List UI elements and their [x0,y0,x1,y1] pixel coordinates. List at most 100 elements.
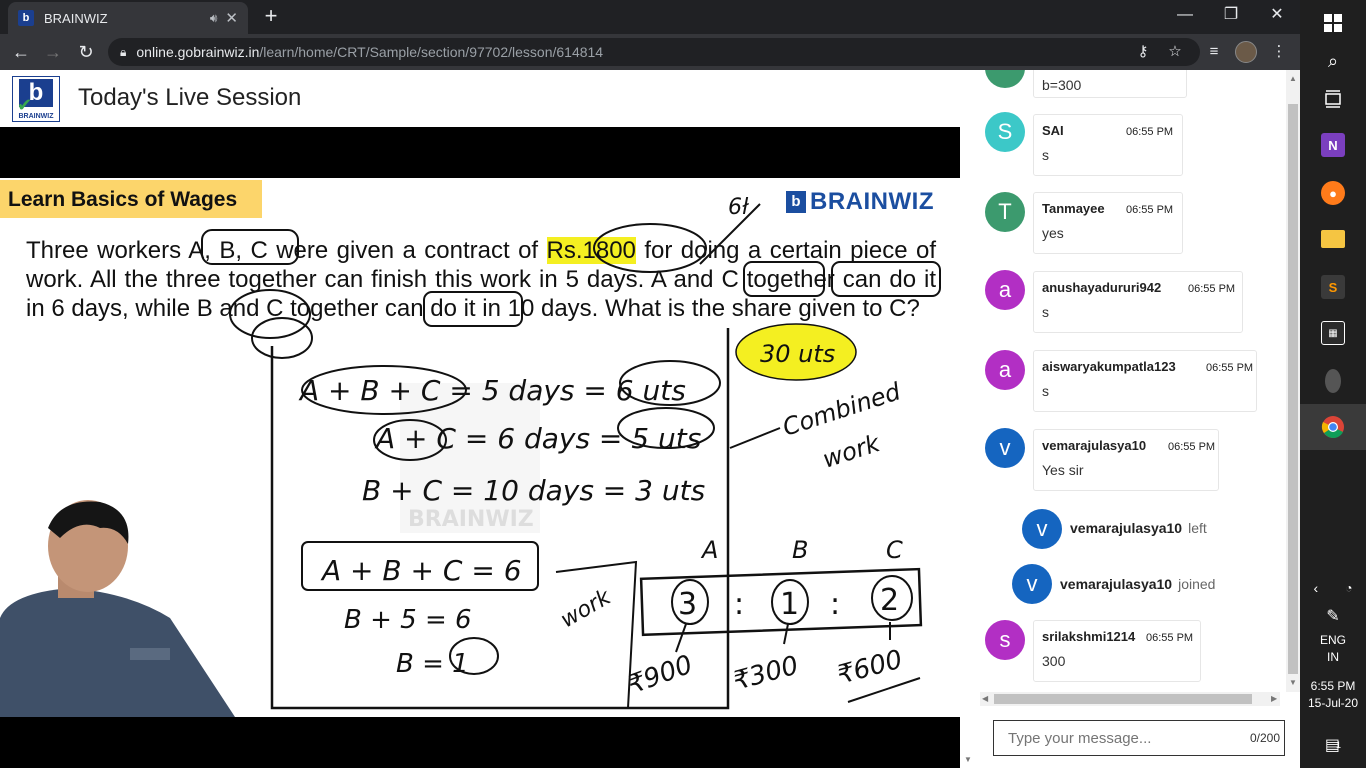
profile-avatar[interactable] [1235,41,1257,63]
calculator-icon[interactable]: ▦ [1300,310,1366,356]
message-time: 06:55 PM [1206,362,1254,374]
hw-ratio-b: 1 [780,587,799,622]
system-message-left: vemarajulasya10 left [1070,520,1207,536]
hw-share-b: ₹300 [730,651,802,697]
avatar: v [1012,564,1052,604]
system-user: vemarajulasya10 [1060,576,1173,592]
avatar: a [985,270,1025,310]
hw-hdr-c: C [886,536,903,564]
avatar: s [985,620,1025,660]
hw-hdr-b: B [792,536,808,564]
chat-message-input[interactable] [993,720,1285,756]
message-text: s [1042,147,1049,163]
language-indicator[interactable]: ENG IN [1300,632,1366,666]
scroll-up-icon[interactable]: ▲ [1289,74,1297,83]
avatar: a [985,350,1025,390]
system-clock[interactable]: 6:55 PM 15-Jul-20 [1300,678,1366,712]
hw-work: work [819,429,884,474]
notification-count: 1 [1336,740,1342,750]
chat-message: SAI 06:55 PM s [1033,114,1183,176]
message-text: Yes sir [1042,462,1084,478]
message-time: 06:55 PM [1168,441,1216,453]
webcam-icon[interactable] [1300,358,1366,404]
hw-colon-2: : [830,587,840,622]
file-explorer-icon[interactable] [1300,216,1366,262]
key-icon[interactable]: ⚷ [1131,40,1155,64]
firefox-icon[interactable]: ● [1300,170,1366,216]
lesson-slide: Learn Basics of Wages b BRAINWIZ Three w… [0,178,960,717]
hw-work-left: work [557,584,617,633]
message-time: 06:55 PM [1126,204,1174,216]
scroll-down-icon[interactable]: ▼ [1289,678,1297,687]
chat-message: anushayadururi942 06:55 PM s [1033,271,1243,333]
chat-messages[interactable]: b=300 S SAI 06:55 PM s T Tanmayee 06:55 … [960,70,1300,692]
hw-line2: A + C = 6 days = 5 uts [374,422,701,455]
page-title: Today's Live Session [78,84,302,111]
hw-share-a: ₹900 [624,650,696,701]
hw-share-c: ₹600 [834,645,906,691]
wifi-icon[interactable]: ◔ [1345,581,1352,595]
sublime-icon[interactable]: S [1300,264,1366,310]
hw-line3: B + C = 10 days = 3 uts [362,474,705,507]
minimize-icon[interactable]: — [1162,0,1208,32]
message-text: 300 [1042,653,1066,669]
browser-tab[interactable]: b BRAINWIZ 🔊︎ ✕ [8,2,248,34]
maximize-icon[interactable]: ❐ [1208,0,1254,32]
message-text: yes [1042,225,1064,241]
brainwiz-logo[interactable]: b ✔ BRAINWIZ [12,76,60,122]
task-view-icon[interactable] [1300,76,1366,122]
avatar: T [985,192,1025,232]
message-text: s [1042,304,1049,320]
chevron-up-icon[interactable]: ‹ [1314,580,1319,596]
back-icon[interactable]: ← [8,39,34,65]
hw-ratio-a: 3 [678,587,697,622]
reload-icon[interactable]: ↻ [73,39,99,65]
system-action: left [1188,520,1207,536]
message-time: 06:55 PM [1188,283,1236,295]
chat-scroll-thumb[interactable] [1288,104,1298,674]
media-controls-icon[interactable]: ≡ [1202,40,1226,64]
speaker-icon[interactable]: 🔊︎ [210,11,218,26]
logo-text: BRAINWIZ [18,113,54,120]
char-counter: 0/200 [1250,731,1281,745]
chat-hscroll-thumb[interactable] [994,694,1252,704]
pen-icon[interactable]: ✎ [1300,598,1366,634]
hw-line1: A + B + C = 5 days = 6 uts [298,374,686,407]
hw-colon-1: : [734,587,744,622]
presenter-video [0,500,235,717]
system-message-joined: vemarajulasya10 joined [1060,576,1215,592]
browser-toolbar: ← → ↻ 🔒︎ online.gobrainwiz.in/learn/home… [0,34,1300,70]
system-user: vemarajulasya10 [1070,520,1183,536]
units-total: 30 uts [760,340,835,368]
url-path: /learn/home/CRT/Sample/section/97702/les… [259,44,604,60]
message-text: s [1042,383,1049,399]
new-tab-button[interactable]: + [258,4,284,30]
avatar: v [985,428,1025,468]
page-scroll-down-icon[interactable]: ▼ [964,755,972,764]
avatar: v [1022,509,1062,549]
hw-hdr-a: A [700,536,718,564]
notification-icon[interactable]: ▤ 1 [1300,722,1366,768]
annot-61: 6ł [728,195,749,220]
url-host: online.gobrainwiz.in [136,44,260,60]
scroll-right-icon[interactable]: ▶ [1271,694,1277,703]
close-window-icon[interactable]: ✕ [1254,0,1300,32]
tab-title: BRAINWIZ [44,10,108,26]
onenote-icon[interactable]: N [1300,122,1366,168]
bookmark-star-icon[interactable]: ☆ [1163,40,1187,64]
clock-date: 15-Jul-20 [1307,696,1359,710]
chrome-icon[interactable] [1300,404,1366,450]
address-bar[interactable]: 🔒︎ online.gobrainwiz.in/learn/home/CRT/S… [108,38,1200,66]
close-tab-icon[interactable]: ✕ [225,9,238,27]
scroll-left-icon[interactable]: ◀ [982,694,988,703]
message-time: 06:55 PM [1146,632,1194,644]
lock-icon: 🔒︎ [120,44,127,59]
hw-eq-b1: B + 5 = 6 [344,605,472,635]
hw-combined: Combined [779,377,904,442]
hw-ratio-c: 2 [880,583,899,618]
favicon-icon: b [18,10,34,26]
forward-icon[interactable]: → [40,39,66,65]
chat-message: srilakshmi1214 06:55 PM 300 [1033,620,1201,682]
avatar [985,70,1025,88]
menu-kebab-icon[interactable]: ⋮ [1267,40,1291,64]
